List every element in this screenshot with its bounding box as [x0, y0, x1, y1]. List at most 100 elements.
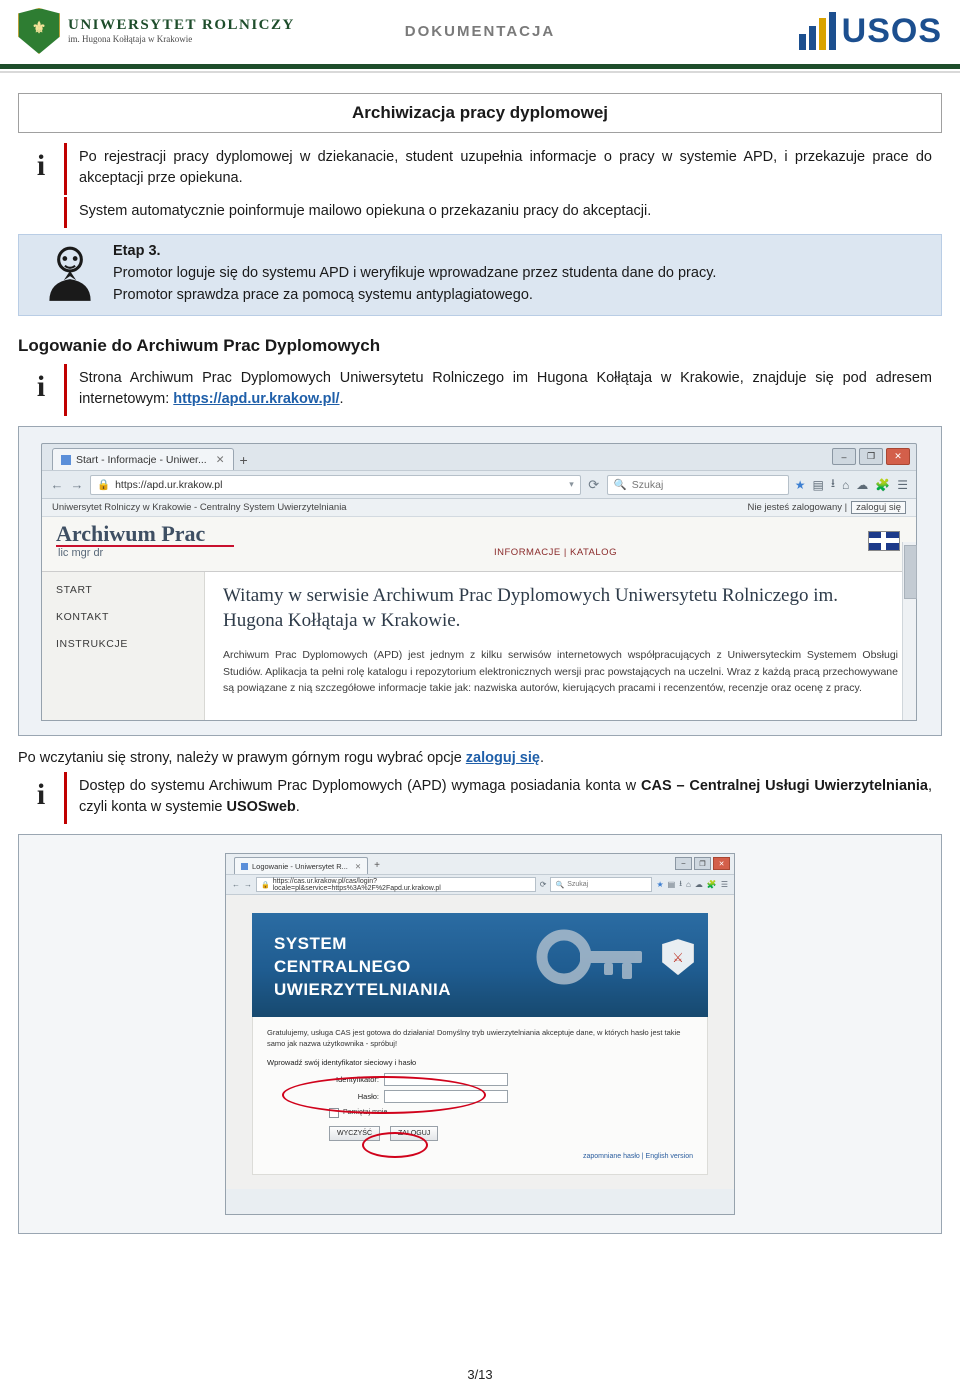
page-header: ⚜ UNIWERSYTET ROLNICZY im. Hugona Kołłąt…: [0, 0, 960, 62]
address-bar-dropdown-icon[interactable]: ▾: [569, 479, 574, 490]
browser-window-1: Start - Informacje - Uniwer... ✕ + – ❐ ✕…: [41, 443, 917, 722]
apd-topbar-left: Uniwersytet Rolniczy w Krakowie - Centra…: [52, 502, 347, 514]
window-controls-1: – ❐ ✕: [832, 448, 910, 466]
stage-label: Etap 3.: [113, 243, 161, 260]
browser-tool-icons-1: ★ ▤ ⭳ ⌂ ☁ 🧩 ☰: [795, 474, 908, 495]
page-title: Archiwizacja pracy dyplomowej: [18, 93, 942, 133]
reading-list-icon[interactable]: ▤: [812, 478, 823, 492]
apd-menu[interactable]: INFORMACJE | KATALOG: [494, 547, 617, 558]
sync-icon-2[interactable]: ☁: [695, 880, 703, 889]
reading-list-icon-2[interactable]: ▤: [668, 880, 676, 889]
back-arrow-icon-2[interactable]: ←: [232, 880, 240, 889]
browser-tab-2-title: Logowanie - Uniwersytet R...: [252, 861, 348, 871]
login-link[interactable]: zaloguj się: [851, 501, 906, 515]
apd-topbar: Uniwersytet Rolniczy w Krakowie - Centra…: [42, 499, 916, 518]
info-icon: i: [36, 149, 46, 182]
sidebar-item-instrukcje[interactable]: INSTRUKCJE: [56, 638, 204, 650]
lock-icon: 🔒: [97, 479, 111, 492]
header-divider: [0, 64, 960, 69]
tab-close-icon-2[interactable]: ✕: [355, 862, 361, 871]
page-number: 3/13: [467, 1367, 493, 1382]
cas-password-input[interactable]: [384, 1089, 508, 1103]
university-name: UNIWERSYTET ROLNICZY im. Hugona Kołłątaj…: [68, 17, 295, 45]
cas-remember-checkbox[interactable]: [329, 1107, 339, 1118]
address-bar-1-url: https://apd.ur.krakow.pl: [115, 478, 223, 491]
apd-main-paragraph: Archiwum Prac Dyplomowych (APD) jest jed…: [223, 649, 898, 694]
not-logged-in-text: Nie jesteś zalogowany |: [747, 502, 848, 514]
address-bar-2[interactable]: 🔒 https://cas.ur.krakow.pl/cas/login?loc…: [256, 877, 536, 893]
browser-tab-1[interactable]: Start - Informacje - Uniwer... ✕: [52, 448, 234, 471]
university-name-line2: im. Hugona Kołłątaja w Krakowie: [68, 34, 193, 45]
cas-page: SYSTEM CENTRALNEGO UWIERZYTELNIANIA ⚔ Gr…: [226, 895, 734, 1189]
new-tab-button[interactable]: +: [240, 453, 248, 470]
address-bar-1[interactable]: 🔒 https://apd.ur.krakow.pl ▾: [90, 474, 581, 495]
cas-banner-line-3: UWIERZYTELNIANIA: [274, 979, 452, 999]
minimize-button[interactable]: –: [832, 448, 856, 466]
stage-line-1: Promotor loguje się do systemu APD i wer…: [113, 264, 717, 281]
section-heading: Logowanie do Archiwum Prac Dyplomowych: [18, 336, 381, 356]
info-block-4-bold-2: USOSweb: [226, 799, 296, 816]
new-tab-button-2[interactable]: +: [374, 861, 380, 874]
favicon-icon-2: [241, 862, 248, 870]
tab-close-icon[interactable]: ✕: [216, 454, 225, 466]
scrollbar-thumb[interactable]: [904, 545, 917, 600]
search-box-1[interactable]: 🔍 Szukaj: [606, 474, 789, 495]
sidebar-item-start[interactable]: START: [56, 584, 204, 596]
search-box-1-placeholder: Szukaj: [631, 478, 664, 491]
back-arrow-icon[interactable]: ←: [50, 477, 64, 492]
info-block-2: System automatycznie poinformuje mailowo…: [18, 197, 942, 229]
addons-icon[interactable]: 🧩: [875, 478, 890, 492]
apd-url-link[interactable]: https://apd.ur.krakow.pl/: [173, 391, 339, 407]
cas-intro-text: Gratulujemy, usługa CAS jest gotowa do d…: [267, 1028, 681, 1049]
info-block-1: i Po rejestracji pracy dyplomowej w dzie…: [18, 143, 942, 196]
sync-icon[interactable]: ☁: [856, 478, 868, 492]
downloads-icon[interactable]: ⭳: [831, 474, 835, 495]
maximize-button-2[interactable]: ❐: [694, 857, 711, 871]
document-content: Archiwizacja pracy dyplomowej i Po rejes…: [0, 73, 960, 1235]
info-block-1-text: Po rejestracji pracy dyplomowej w dzieka…: [64, 143, 942, 196]
cas-banner: SYSTEM CENTRALNEGO UWIERZYTELNIANIA: [252, 913, 708, 1018]
bookmark-star-icon-2[interactable]: ★: [656, 880, 663, 889]
coat-of-arms-icon-2: [662, 939, 694, 976]
reload-icon[interactable]: ⟳: [587, 477, 601, 493]
minimize-button-2[interactable]: –: [675, 857, 692, 871]
cas-username-label: Identyfikator:: [336, 1074, 379, 1084]
apd-main-content: Witamy w serwisie Archiwum Prac Dyplomow…: [205, 572, 916, 720]
menu-hamburger-icon-2[interactable]: ☰: [721, 880, 728, 889]
info-block-4-after: .: [295, 799, 300, 816]
info-icon-2: i: [36, 370, 46, 404]
close-button-2[interactable]: ✕: [713, 857, 730, 871]
forward-arrow-icon[interactable]: →: [70, 477, 84, 492]
bookmark-star-icon[interactable]: ★: [795, 478, 806, 492]
downloads-icon-2[interactable]: ⭳: [679, 878, 682, 892]
addons-icon-2[interactable]: 🧩: [707, 880, 717, 889]
vertical-scrollbar[interactable]: [902, 542, 917, 721]
caption-login-step: Po wczytaniu się strony, należy w prawym…: [18, 750, 942, 766]
cas-footer-links[interactable]: zapomniane hasło | English version: [267, 1153, 693, 1160]
cas-password-row: Hasło:: [323, 1089, 693, 1103]
sidebar-item-kontakt[interactable]: KONTAKT: [56, 611, 204, 623]
browser-tab-2[interactable]: Logowanie - Uniwersytet R... ✕: [234, 857, 369, 875]
info-block-3: i Strona Archiwum Prac Dyplomowych Uniwe…: [18, 364, 942, 417]
cas-username-input[interactable]: [384, 1072, 508, 1086]
search-icon-2: 🔍: [555, 881, 565, 889]
browser-tabbar-1: Start - Informacje - Uniwer... ✕ + – ❐ ✕: [42, 444, 916, 471]
search-box-2[interactable]: 🔍 Szukaj: [550, 877, 653, 893]
home-icon[interactable]: ⌂: [842, 478, 849, 492]
cas-login-button[interactable]: ZALOGUJ: [390, 1125, 439, 1141]
apd-site-subtitle: lic mgr dr: [58, 547, 104, 560]
cas-login-form-container: Gratulujemy, usługa CAS jest gotowa do d…: [252, 1017, 708, 1175]
home-icon-2[interactable]: ⌂: [686, 880, 691, 889]
forward-arrow-icon-2[interactable]: →: [244, 880, 252, 889]
maximize-button[interactable]: ❐: [859, 448, 883, 466]
close-button[interactable]: ✕: [886, 448, 910, 466]
reload-icon-2[interactable]: ⟳: [540, 880, 547, 889]
caption-highlight: zaloguj się: [465, 750, 540, 767]
menu-hamburger-icon[interactable]: ☰: [897, 478, 908, 492]
cas-remember-label: Pamiętaj mnie: [343, 1109, 388, 1117]
info-icon-3: i: [36, 778, 46, 812]
cas-clear-button[interactable]: WYCZYŚĆ: [329, 1125, 380, 1141]
cas-remember-row[interactable]: Pamiętaj mnie: [329, 1107, 693, 1118]
uk-flag-icon[interactable]: [868, 531, 900, 552]
lock-icon-2: 🔒: [261, 881, 270, 889]
